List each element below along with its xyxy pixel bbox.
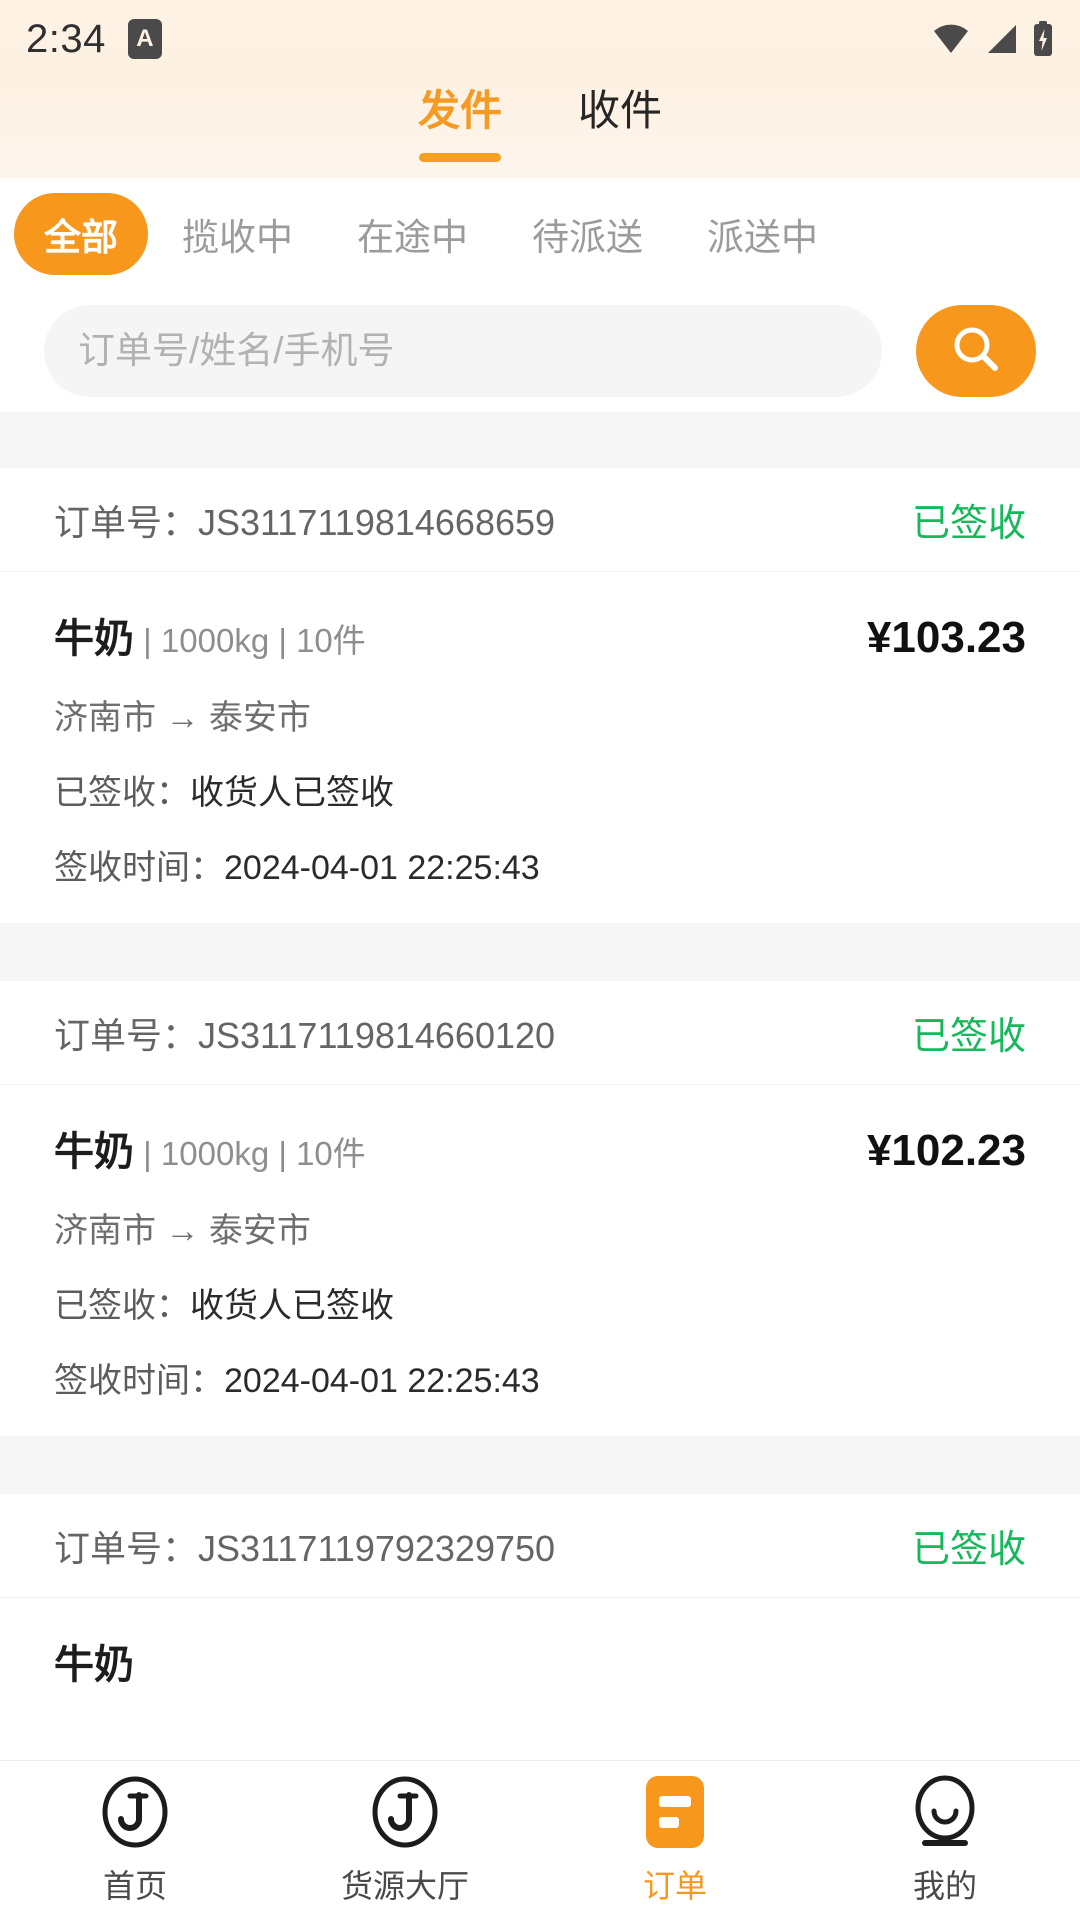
status-badge: 已签收 <box>912 1518 1026 1573</box>
goods-name: 牛奶 <box>54 617 134 661</box>
nav-item-cargo-hall-label: 货源大厅 <box>341 1861 469 1907</box>
goods-meta: | 1000kg | 10件 <box>134 1135 366 1172</box>
nav-item-home-label: 首页 <box>103 1861 167 1907</box>
nav-item-cargo-hall[interactable]: 货源大厅 <box>270 1775 540 1907</box>
route-arrow-icon: → <box>165 1212 199 1250</box>
tab-send-label: 发件 <box>418 87 502 134</box>
search-icon <box>948 322 1004 381</box>
goods-price-row: 牛奶 | 1000kg | 10件 ¥103.23 <box>54 606 1026 664</box>
order-number-value: JS3117119814660120 <box>198 1015 555 1056</box>
tab-receive[interactable]: 收件 <box>572 88 668 134</box>
wifi-icon <box>932 24 970 54</box>
nav-item-profile[interactable]: 我的 <box>810 1775 1080 1907</box>
route-origin: 济南市 <box>54 699 156 737</box>
signed-line: 已签收：收货人已签收 <box>54 1278 1026 1327</box>
goods-info: 牛奶 | 1000kg | 10件 <box>54 606 366 664</box>
sign-time-line: 签收时间：2024-04-01 22:25:43 <box>54 1353 1026 1402</box>
filter-chip-all[interactable]: 全部 <box>14 193 148 275</box>
status-bar-left: 2:34 A <box>26 17 162 62</box>
filter-chip-in-transit[interactable]: 在途中 <box>327 193 498 275</box>
route-destination: 泰安市 <box>209 1212 311 1250</box>
goods-info: 牛奶 | 1000kg | 10件 <box>54 1119 366 1177</box>
order-card-body: 牛奶 | 1000kg | 10件 ¥102.23 济南市 → 泰安市 已签收：… <box>0 1085 1080 1436</box>
signed-detail: 收货人已签收 <box>190 774 394 812</box>
status-bar: 2:34 A <box>0 0 1080 78</box>
order-price: ¥103.23 <box>867 613 1026 663</box>
search-row <box>0 290 1080 412</box>
goods-name: 牛奶 <box>54 1130 134 1174</box>
order-price: ¥102.23 <box>867 1126 1026 1176</box>
tab-receive-label: 收件 <box>578 87 662 134</box>
order-number-label: 订单号： <box>54 502 198 543</box>
logo-circle-j-icon <box>369 1775 441 1849</box>
order-card-body: 牛奶 | 1000kg | 10件 ¥103.23 济南市 → 泰安市 已签收：… <box>0 572 1080 923</box>
order-card-header: 订单号：JS3117119814660120 已签收 <box>0 981 1080 1085</box>
status-badge: 已签收 <box>912 1005 1026 1060</box>
signed-detail: 收货人已签收 <box>190 1287 394 1325</box>
battery-charging-icon <box>1032 21 1054 57</box>
order-card-header: 订单号：JS3117119814668659 已签收 <box>0 468 1080 572</box>
order-list-icon <box>639 1775 711 1849</box>
order-number-value: JS3117119792329750 <box>198 1528 555 1569</box>
signal-icon <box>984 24 1018 54</box>
header-tabs: 发件 收件 <box>0 78 1080 178</box>
goods-meta: | 1000kg | 10件 <box>134 622 366 659</box>
filter-chip-dispatching[interactable]: 派送中 <box>677 193 848 275</box>
goods-price-row: 牛奶 | 1000kg | 10件 ¥102.23 <box>54 1119 1026 1177</box>
nav-item-orders[interactable]: 订单 <box>540 1775 810 1907</box>
tab-send[interactable]: 发件 <box>412 88 508 134</box>
nav-item-home[interactable]: 首页 <box>0 1775 270 1907</box>
filter-chip-collecting[interactable]: 揽收中 <box>152 193 323 275</box>
route-line: 济南市 → 泰安市 <box>54 690 1026 739</box>
goods-price-row: 牛奶 <box>54 1632 1026 1690</box>
order-number-label: 订单号： <box>54 1528 198 1569</box>
goods-name: 牛奶 <box>54 1643 134 1687</box>
order-card[interactable]: 订单号：JS3117119814668659 已签收 牛奶 | 1000kg |… <box>0 468 1080 923</box>
sign-time-value: 2024-04-01 22:25:43 <box>224 1362 540 1400</box>
order-card-body: 牛奶 <box>0 1598 1080 1724</box>
app-badge-icon: A <box>128 19 162 59</box>
nav-item-profile-label: 我的 <box>913 1861 977 1907</box>
list-top-spacer <box>0 412 1080 468</box>
signed-line: 已签收：收货人已签收 <box>54 765 1026 814</box>
order-list-icon-shape <box>646 1776 704 1848</box>
sign-time-value: 2024-04-01 22:25:43 <box>224 849 540 887</box>
filter-chip-pending-dispatch[interactable]: 待派送 <box>502 193 673 275</box>
sign-time-line: 签收时间：2024-04-01 22:25:43 <box>54 840 1026 889</box>
order-number-row: 订单号：JS3117119814660120 <box>54 1007 555 1059</box>
list-separator <box>0 923 1080 981</box>
bottom-navigation: 首页 货源大厅 订单 我的 <box>0 1760 1080 1920</box>
status-bar-right <box>932 21 1054 57</box>
sign-time-label: 签收时间： <box>54 1362 224 1400</box>
search-button[interactable] <box>916 305 1036 397</box>
route-line: 济南市 → 泰安市 <box>54 1203 1026 1252</box>
order-card[interactable]: 订单号：JS3117119792329750 已签收 牛奶 <box>0 1494 1080 1724</box>
order-card-header: 订单号：JS3117119792329750 已签收 <box>0 1494 1080 1598</box>
order-number-row: 订单号：JS3117119814668659 <box>54 494 555 546</box>
user-smile-icon <box>909 1775 981 1849</box>
order-icon-bar-1 <box>659 1796 691 1807</box>
goods-info: 牛奶 <box>54 1632 134 1690</box>
route-destination: 泰安市 <box>209 699 311 737</box>
route-arrow-icon: → <box>165 699 199 737</box>
list-separator <box>0 1436 1080 1494</box>
signed-label: 已签收： <box>54 1287 190 1325</box>
status-time: 2:34 <box>26 17 106 62</box>
signed-label: 已签收： <box>54 774 190 812</box>
order-number-row: 订单号：JS3117119792329750 <box>54 1520 555 1572</box>
logo-circle-j-icon <box>99 1775 171 1849</box>
route-origin: 济南市 <box>54 1212 156 1250</box>
search-input[interactable] <box>78 330 848 372</box>
sign-time-label: 签收时间： <box>54 849 224 887</box>
order-icon-bar-2 <box>659 1817 679 1828</box>
status-badge: 已签收 <box>912 492 1026 547</box>
tab-active-underline <box>419 153 501 162</box>
order-card[interactable]: 订单号：JS3117119814660120 已签收 牛奶 | 1000kg |… <box>0 981 1080 1436</box>
filter-chip-bar: 全部 揽收中 在途中 待派送 派送中 <box>0 178 1080 290</box>
search-box[interactable] <box>44 305 882 397</box>
order-list[interactable]: 订单号：JS3117119814668659 已签收 牛奶 | 1000kg |… <box>0 412 1080 1724</box>
nav-item-orders-label: 订单 <box>643 1861 707 1907</box>
order-number-value: JS3117119814668659 <box>198 502 555 543</box>
order-number-label: 订单号： <box>54 1015 198 1056</box>
